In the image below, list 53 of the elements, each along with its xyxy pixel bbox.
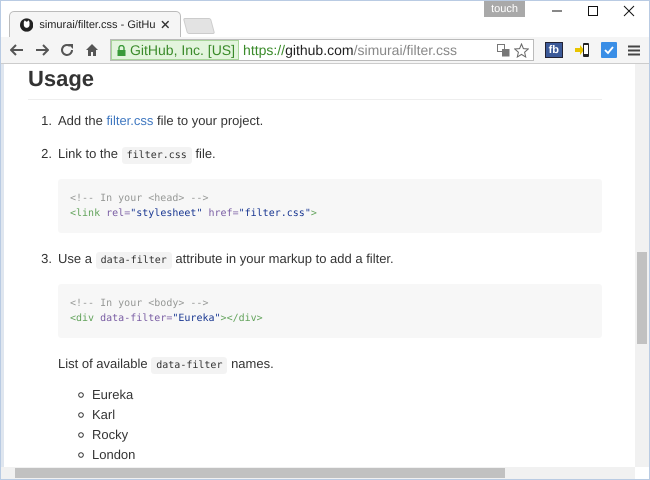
home-icon[interactable] xyxy=(85,43,99,57)
extension-button[interactable]: fb xyxy=(544,42,563,58)
lock-icon xyxy=(117,44,126,56)
scroll-thumb[interactable] xyxy=(15,468,505,478)
address-bar[interactable]: GitHub, Inc. [US] https://github.com/simurai/filter.css xyxy=(110,39,534,61)
close-icon[interactable] xyxy=(623,5,635,17)
list-number: 3. xyxy=(40,250,52,268)
inline-code: filter.css xyxy=(122,147,192,164)
bullet-icon xyxy=(78,392,84,398)
paragraph-text: List of available xyxy=(58,356,149,371)
inline-code: data-filter xyxy=(151,357,228,374)
list-item: Rocky xyxy=(92,426,128,444)
code-line: <link rel="stylesheet" href="filter.css"> xyxy=(70,207,318,221)
list-item: Eureka xyxy=(92,386,134,404)
browser-tab[interactable]: simurai/filter.css - GitHu xyxy=(9,11,181,37)
close-icon[interactable] xyxy=(161,20,170,29)
translate-icon[interactable] xyxy=(496,44,510,56)
url-text: https://github.com/simurai/filter.css xyxy=(243,42,458,58)
paragraph-text: attribute in your markup to add a filter. xyxy=(174,251,394,266)
code-line: <!-- In your <body> --> xyxy=(70,297,210,311)
paragraph-text: file. xyxy=(194,146,216,161)
menu-icon[interactable] xyxy=(628,44,640,56)
cat-logo-icon xyxy=(20,18,34,32)
paragraph-text: names. xyxy=(230,356,274,371)
reload-icon[interactable] xyxy=(60,43,74,57)
maximize-icon[interactable] xyxy=(587,5,599,17)
security-label: GitHub, Inc. [US] xyxy=(130,42,236,58)
star-icon[interactable] xyxy=(514,42,529,58)
list-item: Karl xyxy=(92,406,116,424)
vertical-scrollbar[interactable] xyxy=(635,64,649,467)
scroll-thumb[interactable] xyxy=(637,252,647,344)
code-line: <div data-filter="Eureka"></div> xyxy=(70,312,264,326)
list-item: London xyxy=(92,446,136,464)
bullet-icon xyxy=(78,432,84,438)
code-line: <!-- In your <head> --> xyxy=(70,192,210,206)
phone-arrow-icon[interactable] xyxy=(574,42,590,58)
inline-code: data-filter xyxy=(96,252,172,269)
paragraph-text: Add the xyxy=(58,113,104,128)
forward-arrow-icon[interactable] xyxy=(35,44,49,56)
checkmark-icon[interactable] xyxy=(601,42,617,58)
paragraph-text: file to your project. xyxy=(156,113,264,128)
paragraph-text: Link to the xyxy=(58,146,119,161)
section-heading: Usage xyxy=(28,66,602,100)
back-arrow-icon[interactable] xyxy=(10,44,24,56)
file-link[interactable]: filter.css xyxy=(106,113,154,128)
bullet-icon xyxy=(78,452,84,458)
paragraph-text: Use a xyxy=(58,251,93,266)
bullet-icon xyxy=(78,412,84,418)
security-indicator[interactable]: GitHub, Inc. [US] xyxy=(111,40,240,60)
horizontal-scrollbar[interactable] xyxy=(1,467,635,479)
list-number: 2. xyxy=(40,145,52,163)
list-number: 1. xyxy=(40,112,52,130)
touch-label: touch xyxy=(484,1,525,17)
